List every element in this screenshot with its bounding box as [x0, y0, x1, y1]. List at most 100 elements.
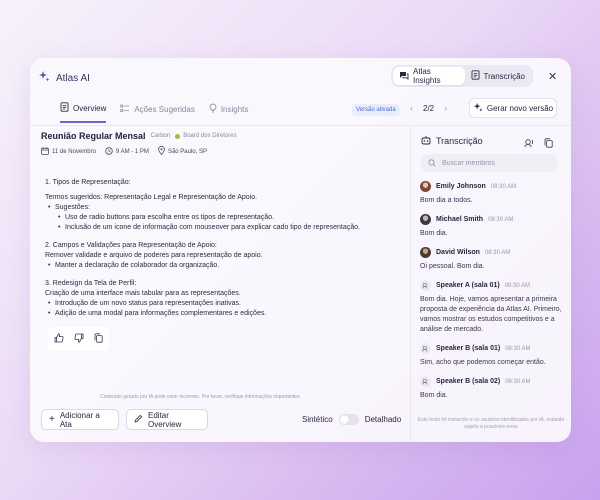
edit-overview-label: Editar Overview [148, 410, 182, 429]
version-pager: ‹ 2/2 › [410, 103, 447, 113]
avatar [420, 247, 431, 258]
section-2: 2. Campos e Validações para Representaçã… [45, 241, 395, 271]
transcript-messages: Emily Johnson 08:30 AM Bom dia a todos. … [420, 180, 565, 408]
app-title: Atlas AI [56, 72, 90, 84]
transcript-disclaimer: Este texto foi transcrito e os usuários … [417, 417, 565, 430]
section-1-list: Sugestões: [45, 203, 395, 213]
overview-content: 1. Tipos de Representação: Termos sugeri… [45, 178, 395, 323]
toggle-detailed-label: Detalhado [364, 415, 402, 424]
meeting-location-label: São Paulo, SP [167, 148, 207, 155]
message-text: Sim, acho que podemos começar então. [420, 359, 546, 366]
tab-acoes-sugeridas[interactable]: Ações Sugeridas [120, 102, 195, 123]
section-2-list: Manter a declaração de colaborador da or… [45, 261, 395, 271]
thumbs-up-icon[interactable] [54, 330, 64, 348]
transcript-message: Michael Smith 08:30 AM Bom dia. [420, 213, 565, 239]
meeting-date: 11 de Novembro [41, 146, 96, 157]
add-to-minutes-button[interactable]: + Adicionar a Ata [41, 409, 119, 430]
detail-switch[interactable] [338, 414, 359, 425]
message-text: Bom dia. Hoje, vamos apresentar a primei… [420, 296, 562, 333]
calendar-icon [41, 146, 49, 157]
tab-insights-label: Insights [220, 104, 249, 114]
tab-acoes-label: Ações Sugeridas [134, 104, 195, 114]
transcricao-label: Transcrição [483, 71, 526, 81]
message-header: Michael Smith 08:30 AM [420, 213, 565, 226]
location-icon [158, 145, 165, 157]
next-version-icon[interactable]: › [444, 103, 447, 113]
speaker-name: David Wilson [436, 249, 480, 256]
transcript-actions [524, 135, 553, 153]
speaker-name: Speaker B (sala 01) [436, 345, 501, 352]
meeting-meta: 11 de Novembro 9 AM - 1 PM São Paulo, SP [41, 145, 207, 157]
section-1-bullet-1: Uso de radio buttons para escolha entre … [57, 213, 395, 223]
previous-version-icon[interactable]: ‹ [410, 103, 413, 113]
message-time: 08:30 AM [505, 378, 531, 385]
lightbulb-icon [209, 103, 217, 115]
section-1-bullet-2: Inclusão de um icone de informação com m… [57, 223, 395, 233]
message-text: Bom dia. [420, 230, 448, 237]
avatar [420, 181, 431, 192]
member-search-input[interactable] [442, 159, 550, 167]
plus-icon: + [49, 414, 55, 425]
search-icon [428, 154, 436, 172]
section-3-bullet-1: Introdução de um novo status para repres… [47, 299, 395, 309]
section-1-suggestions: Sugestões: [47, 203, 395, 213]
meeting-location: São Paulo, SP [158, 145, 207, 157]
generate-new-version-button[interactable]: Gerar novo versão [469, 98, 557, 118]
speaker-icon [420, 376, 431, 387]
atlas-insights-button[interactable]: Atlas Insights [393, 67, 465, 85]
speaker-icon [420, 343, 431, 354]
toggle-synthetic-label: Sintético [302, 415, 333, 424]
tab-overview[interactable]: Overview [60, 102, 107, 123]
tab-insights[interactable]: Insights [209, 102, 249, 123]
speaker-icon[interactable] [524, 135, 534, 153]
panel-divider [410, 125, 411, 442]
message-header: Speaker A (sala 01) 08:30 AM [420, 279, 565, 292]
transcript-message: Emily Johnson 08:30 AM Bom dia a todos. [420, 180, 565, 206]
section-3-list: Introdução de um novo status para repres… [45, 299, 395, 319]
section-2-title: 2. Campos e Validações para Representaçã… [45, 242, 217, 249]
clock-icon [105, 146, 113, 157]
transcript-title: Transcrição [436, 136, 483, 146]
message-text: Bom dia a todos. [420, 197, 473, 204]
version-page-number: 2/2 [423, 103, 435, 113]
speaker-name: Speaker B (sala 02) [436, 378, 501, 385]
copy-icon[interactable] [544, 135, 553, 153]
board-dot-icon [175, 133, 181, 139]
generate-new-version-label: Gerar novo versão [486, 103, 554, 113]
edit-overview-button[interactable]: Editar Overview [126, 409, 208, 430]
transcricao-button[interactable]: Transcrição [465, 67, 532, 85]
feedback-bar [48, 327, 109, 351]
board-badge: Board dos Diretores [175, 133, 237, 139]
transcript-header: Transcrição [421, 135, 483, 147]
speaker-name: Emily Johnson [436, 183, 486, 190]
transcript-message: Speaker B (sala 01) 08:30 AM Sim, acho q… [420, 342, 565, 368]
view-switcher: Atlas Insights Transcrição [391, 65, 533, 87]
close-icon[interactable]: ✕ [548, 70, 557, 83]
detail-toggle: Sintético Detalhado [302, 414, 401, 425]
version-status-badge: Versão ativada [352, 104, 400, 116]
brand: Atlas AI [38, 69, 90, 87]
speaker-icon [420, 280, 431, 291]
board-label: Board dos Diretores [183, 133, 237, 139]
list-icon [120, 104, 130, 115]
copy-icon[interactable] [94, 330, 103, 348]
thumbs-down-icon[interactable] [74, 330, 84, 348]
speaker-name: Michael Smith [436, 216, 484, 223]
section-2-line: Remover validade e arquivo de poderes pa… [45, 252, 263, 259]
meeting-title: Reunião Regular Mensal [41, 131, 146, 141]
ai-disclaimer: Conteúdo gerado por IA pode estar incorr… [100, 394, 301, 400]
message-time: 08:30 AM [484, 249, 511, 256]
switch-knob [339, 415, 349, 424]
message-icon [399, 71, 409, 82]
message-time: 08:30 AM [504, 282, 531, 289]
sparkle-icon [38, 69, 50, 87]
tab-bar: Overview Ações Sugeridas Insights [60, 102, 248, 123]
transcript-message: Speaker A (sala 01) 08:30 AM Bom dia. Ho… [420, 279, 565, 335]
document-icon [471, 70, 480, 82]
message-text: Oi pessoal. Bom dia. [420, 263, 485, 270]
section-1-sublist: Uso de radio buttons para escolha entre … [45, 213, 395, 233]
sparkle-icon [473, 102, 483, 114]
meeting-time: 9 AM - 1 PM [105, 146, 149, 157]
atlas-ai-panel: Atlas AI Atlas Insights Transcrição ✕ Ov… [30, 58, 571, 442]
message-header: David Wilson 08:30 AM [420, 246, 565, 259]
